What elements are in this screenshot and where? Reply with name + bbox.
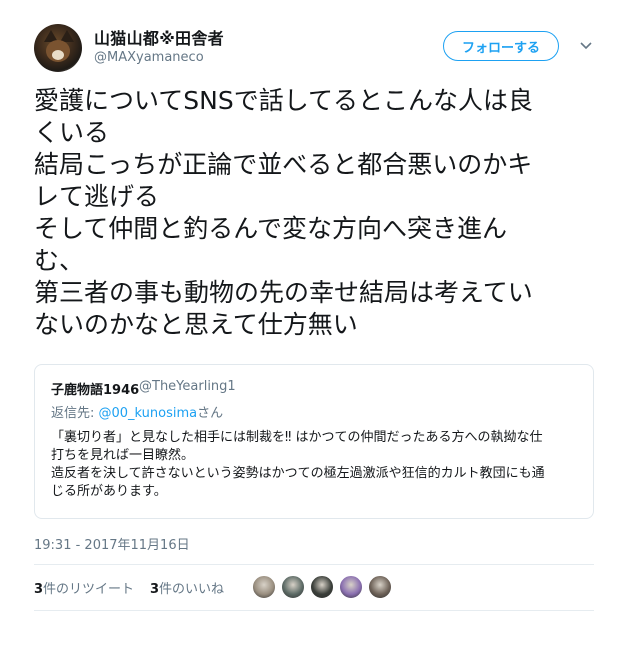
flower-avatar[interactable] xyxy=(339,575,363,599)
door-avatar[interactable] xyxy=(310,575,334,599)
follow-button[interactable]: フォローする xyxy=(443,31,559,61)
cat-avatar[interactable] xyxy=(252,575,276,599)
like-count-label: 件のいいね xyxy=(159,582,225,597)
reply-prefix: 返信先: xyxy=(51,406,99,421)
tweet-timestamp[interactable]: 19:31 - 2017年11月16日 xyxy=(34,534,190,553)
quoted-tweet-text: 「裏切り者」と見なした相手には制裁を‼ はかつての仲間だったある方への執拗な仕 … xyxy=(51,430,545,499)
like-count[interactable]: 3件のいいね xyxy=(150,578,224,597)
quoted-reply-context: 返信先: @00_kunosimaさん xyxy=(51,402,223,421)
author-display-name[interactable]: 山猫山都※田舎者 xyxy=(94,25,224,49)
reply-suffix: さん xyxy=(197,406,224,421)
author-screen-name[interactable]: @MAXyamaneco xyxy=(94,50,204,65)
animal-avatar[interactable] xyxy=(281,575,305,599)
like-count-number: 3 xyxy=(150,582,160,597)
reply-mention-link[interactable]: @00_kunosima xyxy=(99,406,198,421)
retweet-count-label: 件のリツイート xyxy=(43,582,135,597)
quoted-author-name: 子鹿物語1946 xyxy=(51,383,140,398)
author-avatar[interactable] xyxy=(34,24,82,72)
quoted-author-handle: @TheYearling1 xyxy=(139,379,236,394)
chevron-down-icon[interactable] xyxy=(579,38,593,52)
avatar-dog-muzzle xyxy=(52,50,64,60)
retweet-count-number: 3 xyxy=(34,582,44,597)
retweet-count[interactable]: 3件のリツイート xyxy=(34,578,134,597)
divider xyxy=(34,610,594,611)
divider xyxy=(34,564,594,565)
tweet-text: 愛護についてSNSで話してるとこんな人は良 くいる 結局こっちが正論で並べると都… xyxy=(34,86,533,339)
dog-avatar[interactable] xyxy=(368,575,392,599)
quoted-tweet[interactable]: 子鹿物語1946 @TheYearling1 返信先: @00_kunosima… xyxy=(34,364,594,519)
